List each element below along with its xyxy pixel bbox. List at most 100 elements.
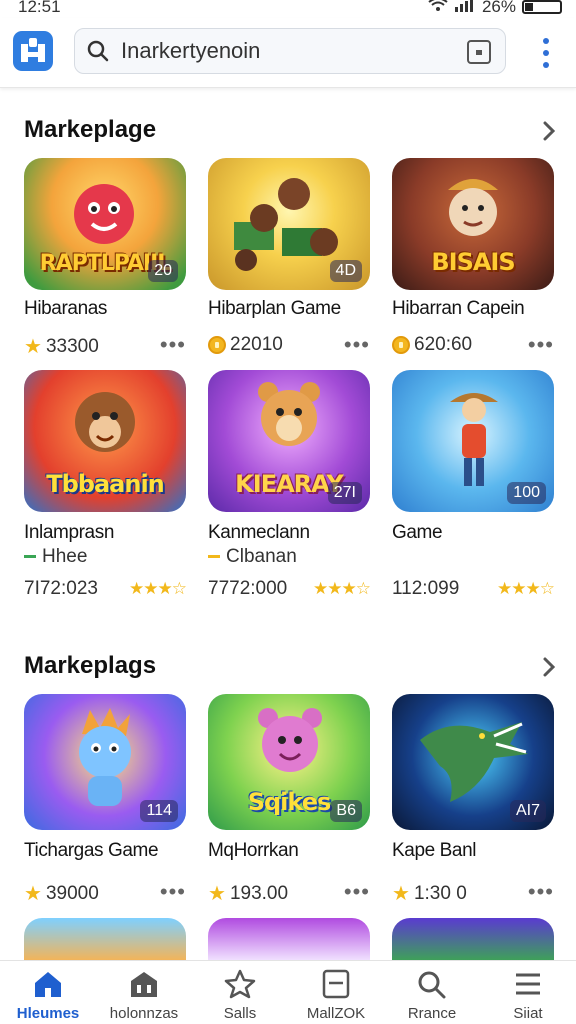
search-icon	[416, 969, 448, 999]
rating-stars: ★★★☆	[497, 579, 555, 598]
rating-stars: ★★★☆	[129, 579, 187, 598]
more-icon[interactable]: •••	[160, 879, 186, 905]
coin-icon	[392, 336, 410, 354]
game-badge: 114	[140, 800, 178, 822]
menu-icon	[512, 969, 544, 999]
game-badge: B6	[330, 800, 362, 822]
nav-item-mall[interactable]: MallZOK	[288, 961, 384, 1024]
game-thumbnail[interactable]: 114	[24, 694, 186, 830]
section-title: Markeplage	[24, 116, 157, 143]
game-thumbnail[interactable]: 100	[392, 370, 554, 512]
more-icon[interactable]: •••	[528, 332, 554, 358]
game-title: Hibarran Capein	[392, 298, 525, 319]
nav-label: Siiat	[513, 1005, 543, 1022]
dash-icon	[208, 555, 220, 559]
nav-item-salls[interactable]: Salls	[192, 961, 288, 1024]
status-time: 12:51	[18, 0, 61, 16]
nav-item-menu[interactable]: Siiat	[480, 961, 576, 1024]
store-icon	[128, 969, 160, 999]
nav-label: Rrance	[407, 1005, 457, 1022]
mascot-icon	[258, 708, 322, 772]
nav-item-search[interactable]: Rrance	[384, 961, 480, 1024]
character-icon	[450, 393, 498, 486]
search-bar[interactable]	[74, 28, 506, 74]
app-header	[0, 18, 576, 88]
chevron-right-icon[interactable]	[538, 656, 560, 678]
bottom-navigation: Hleumes holonnzas Salls MallZOK Rrance S…	[0, 960, 576, 1024]
more-icon[interactable]: •••	[528, 879, 554, 905]
game-badge: 4D	[329, 260, 362, 282]
home-icon	[32, 969, 64, 999]
game-subtitle: Clbanan	[226, 546, 297, 567]
more-icon[interactable]: •••	[344, 332, 370, 358]
chevron-right-icon[interactable]	[538, 120, 560, 142]
star-icon: ★	[392, 883, 410, 905]
dinosaur-icon	[420, 722, 528, 802]
game-thumbnail[interactable]	[208, 918, 370, 960]
game-badge: 27I	[327, 482, 362, 504]
game-thumbnail[interactable]: Sqikes B6	[208, 694, 370, 830]
rating-stars: ★★★☆	[313, 579, 371, 598]
nav-label: holonnzas	[109, 1005, 179, 1022]
game-title: Hibarplan Game	[208, 298, 341, 319]
game-thumbnail[interactable]: Tbbaanin	[24, 370, 186, 512]
more-icon[interactable]: •••	[344, 879, 370, 905]
game-metric: 620:60	[414, 334, 473, 355]
nav-item-store[interactable]: holonnzas	[96, 961, 192, 1024]
game-card[interactable]: RAPTLPAIIL 20 Hibaranas ★ 33300 •••	[24, 158, 186, 358]
game-thumbnail[interactable]: AI7	[392, 694, 554, 830]
mascot-icon	[79, 708, 131, 806]
game-title: Game	[392, 522, 443, 543]
game-metric: 33300	[45, 335, 99, 357]
search-input[interactable]	[121, 38, 441, 64]
coin-icon	[208, 336, 226, 354]
battery-icon	[522, 0, 562, 14]
game-card[interactable]: Tbbaanin Inlamprasn Hhee 7I72:023 ★★★☆	[24, 370, 187, 602]
game-card[interactable]: 4D Hibarplan Game 22010 •••	[208, 158, 370, 358]
game-thumbnail[interactable]: BISAIS	[392, 158, 554, 290]
nav-item-home[interactable]: Hleumes	[0, 961, 96, 1024]
scan-icon[interactable]	[467, 40, 491, 64]
game-title: Kape Banl	[392, 840, 477, 861]
game-card[interactable]: BISAIS Hibarran Capein 620:60 •••	[392, 158, 554, 358]
game-card[interactable]: KIEARAY 27I Kanmeclann Clbanan 7772:000 …	[208, 370, 371, 602]
game-metric: 22010	[230, 334, 283, 355]
star-outline-icon	[224, 969, 256, 999]
game-card[interactable]: AI7 Kape Banl ★ 1:30 0 •••	[392, 694, 554, 914]
game-title: Hibaranas	[24, 298, 108, 319]
more-options-icon[interactable]	[536, 38, 556, 68]
game-metric: 7772:000	[208, 578, 288, 599]
battery-percent: 26%	[481, 0, 516, 16]
game-metric: 1:30 0	[413, 882, 467, 904]
game-badge: AI7	[509, 800, 546, 822]
star-icon: ★	[208, 883, 226, 905]
game-metric: 112:099	[392, 578, 460, 599]
search-icon	[75, 28, 121, 74]
tablet-icon	[320, 969, 352, 999]
game-title: Inlamprasn	[24, 522, 114, 543]
app-logo-icon[interactable]	[12, 30, 54, 72]
game-title: Tichargas Game	[24, 840, 159, 861]
game-badge: 20	[148, 260, 178, 282]
more-icon[interactable]: •••	[160, 332, 186, 358]
star-icon: ★	[24, 883, 42, 905]
game-thumbnail[interactable]	[24, 918, 186, 960]
mascot-icon	[75, 392, 135, 452]
game-logo-text: BISAIS	[431, 248, 515, 276]
game-title: Kanmeclann	[208, 522, 310, 543]
game-metric: 193.00	[229, 882, 289, 904]
mascot-icon	[258, 382, 320, 446]
game-card[interactable]: 100 Game 112:099 ★★★☆	[392, 370, 555, 602]
game-thumbnail[interactable]: RAPTLPAIIL 20	[24, 158, 186, 290]
signal-icon	[454, 0, 476, 17]
mascot-icon	[74, 184, 134, 244]
game-thumbnail[interactable]: 4D	[208, 158, 370, 290]
game-title: MqHorrkan	[208, 840, 299, 861]
game-thumbnail[interactable]: KIEARAY 27I	[208, 370, 370, 512]
game-logo-text: Tbbaanin	[46, 470, 165, 498]
game-card[interactable]: 114 Tichargas Game ★ 39000 •••	[24, 694, 186, 914]
star-icon: ★	[24, 336, 42, 358]
dash-icon	[24, 555, 36, 559]
game-thumbnail[interactable]	[392, 918, 554, 960]
game-card[interactable]: Sqikes B6 MqHorrkan ★ 193.00 •••	[208, 694, 370, 914]
